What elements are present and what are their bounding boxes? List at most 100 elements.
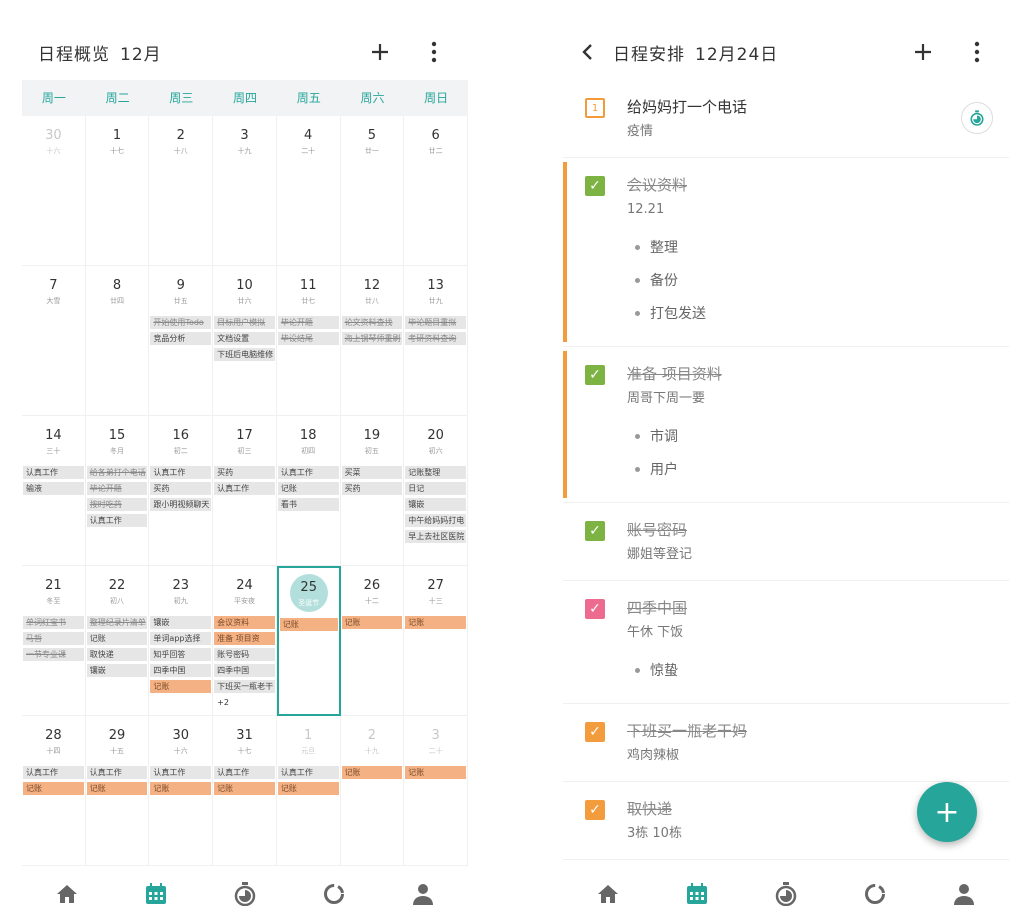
event-chip[interactable]: 中午给妈妈打电 [405,514,466,527]
day-cell[interactable]: 25 圣诞节 记账 [276,566,341,716]
event-chip[interactable]: 记账整理 [405,466,466,479]
day-cell[interactable]: 27 十三 记账 [404,566,468,716]
event-chip[interactable]: 认真工作 [86,766,148,779]
event-chip[interactable]: 记账 [405,616,466,629]
event-chip[interactable]: 记账 [23,782,84,795]
day-cell[interactable]: 11 廿七 毕论开题 毕设结尾 [276,266,341,416]
nav-home[interactable] [47,874,87,914]
timer-button[interactable] [961,102,993,134]
event-chip[interactable]: 早上去社区医院 [405,530,466,543]
event-chip[interactable]: 毕论开题 [86,482,148,495]
day-cell[interactable]: 14 三十 认真工作 输液 [22,416,86,566]
task-checkbox[interactable]: ✓ [585,521,605,541]
event-chip[interactable]: 一节专业课 [23,648,84,661]
day-cell[interactable]: 2 十九 记账 [340,716,405,866]
event-chip[interactable]: 目标用户模拟 [214,316,275,329]
day-cell[interactable]: 16 初二 认真工作 买药 跟小明视频聊天 [149,416,214,566]
event-chip[interactable]: 考研资料查询 [405,332,466,345]
day-cell[interactable]: 6 廿二 [404,116,468,266]
task-item[interactable]: ✓ 下班买一瓶老干妈 鸡肉辣椒 [563,704,1009,782]
event-chip[interactable]: 认真工作 [150,466,212,479]
event-chip[interactable]: 记账 [277,482,339,495]
event-chip[interactable]: 输液 [23,482,84,495]
event-chip[interactable]: 记账 [405,766,466,779]
event-chip[interactable]: 海上钢琴师重刷 [341,332,403,345]
add-button[interactable] [364,36,396,68]
nav-timer[interactable] [766,874,806,914]
day-cell[interactable]: 15 冬月 给各弟打个电话 毕论开题 按时吃药 认真工作 [85,416,150,566]
nav-timer[interactable] [225,874,265,914]
day-cell[interactable]: 24 平安夜 会议资料 准备 项目资 账号密码 四季中国 下班买一瓶老干 +2 [213,566,277,716]
event-chip[interactable]: 买药 [214,466,275,479]
day-cell[interactable]: 7 大雪 [22,266,86,416]
event-chip[interactable]: 记账 [150,680,212,693]
event-chip[interactable]: 开始使用Todo [150,316,212,329]
event-chip[interactable]: 竞品分析 [150,332,212,345]
day-cell[interactable]: 13 廿九 毕论题目重拟 考研资料查询 [404,266,468,416]
task-item[interactable]: ✓ 会议资料 12.21 整理 备份 打包发送 [563,158,1009,347]
event-chip[interactable]: 跟小明视频聊天 [150,498,212,511]
event-chip[interactable]: 记账 [214,782,275,795]
day-cell[interactable]: 20 初六 记账整理 日记 镶嵌 中午给妈妈打电 早上去社区医院 [404,416,468,566]
event-chip[interactable]: 下班后电脑维修 [214,348,275,361]
task-checkbox[interactable]: ✓ [585,176,605,196]
day-cell[interactable]: 2 十八 [149,116,214,266]
add-button[interactable] [907,36,939,68]
subtask-item[interactable]: 备份 [563,264,1009,297]
event-chip[interactable]: 记账 [86,782,148,795]
event-chip[interactable]: 买菜 [341,466,403,479]
task-item[interactable]: 1 给妈妈打一个电话 疫情 [563,80,1009,158]
event-chip[interactable]: 记账 [341,766,403,779]
nav-stats[interactable] [855,874,895,914]
task-checkbox[interactable]: ✓ [585,800,605,820]
day-cell[interactable]: 17 初三 买药 认真工作 [213,416,277,566]
day-cell[interactable]: 5 廿一 [340,116,405,266]
day-cell[interactable]: 3 十九 [213,116,277,266]
day-cell[interactable]: 23 初九 镶嵌 单词app选择 知乎回答 四季中国 记账 [149,566,214,716]
event-chip[interactable]: 毕设结尾 [277,332,339,345]
nav-calendar[interactable] [677,874,717,914]
more-menu-button[interactable] [961,36,993,68]
day-cell[interactable]: 30 十六 认真工作 记账 [149,716,214,866]
day-cell[interactable]: 9 廿五 开始使用Todo 竞品分析 [149,266,214,416]
event-chip[interactable]: 论文资料查找 [341,316,403,329]
event-chip[interactable]: 取快递 [86,648,148,661]
nav-stats[interactable] [314,874,354,914]
event-chip[interactable]: 下班买一瓶老干 [214,680,275,693]
event-chip[interactable]: 单词红宝书 [23,616,84,629]
event-chip[interactable]: 日记 [405,482,466,495]
event-chip[interactable]: 认真工作 [277,466,339,479]
add-task-fab[interactable]: + [917,782,977,842]
event-chip[interactable]: 看书 [277,498,339,511]
task-checkbox[interactable]: ✓ [585,722,605,742]
event-chip[interactable]: 账号密码 [214,648,275,661]
more-menu-button[interactable] [418,36,450,68]
event-chip[interactable]: 认真工作 [150,766,212,779]
event-chip[interactable]: 记账 [341,616,403,629]
event-chip[interactable]: 记账 [277,782,339,795]
task-item[interactable]: ✓ 四季中国 午休 下饭 惊蛰 [563,581,1009,704]
event-chip[interactable]: 文档设置 [214,332,275,345]
event-chip[interactable]: 记账 [86,632,148,645]
nav-home[interactable] [588,874,628,914]
event-chip[interactable]: 认真工作 [214,482,275,495]
task-item[interactable]: ✓ 账号密码 娜姐等登记 [563,503,1009,581]
day-cell[interactable]: 19 初五 买菜 买药 [340,416,405,566]
day-cell[interactable]: 22 初八 整理纪录片清单 记账 取快递 镶嵌 [85,566,150,716]
day-cell[interactable]: 8 廿四 [85,266,150,416]
event-chip[interactable]: 毕论开题 [277,316,339,329]
event-chip[interactable]: 镶嵌 [405,498,466,511]
month-label[interactable]: 12月 [120,45,162,65]
event-chip[interactable]: 马哲 [23,632,84,645]
event-chip[interactable]: 认真工作 [23,466,84,479]
nav-calendar[interactable] [136,874,176,914]
event-chip[interactable]: 按时吃药 [86,498,148,511]
task-checkbox[interactable]: 1 [585,98,605,118]
event-chip[interactable]: 单词app选择 [150,632,212,645]
nav-profile[interactable] [944,874,984,914]
event-chip[interactable]: 认真工作 [23,766,84,779]
back-button[interactable] [571,36,603,68]
nav-profile[interactable] [403,874,443,914]
event-chip[interactable]: 认真工作 [214,766,275,779]
event-chip[interactable]: 整理纪录片清单 [86,616,148,629]
